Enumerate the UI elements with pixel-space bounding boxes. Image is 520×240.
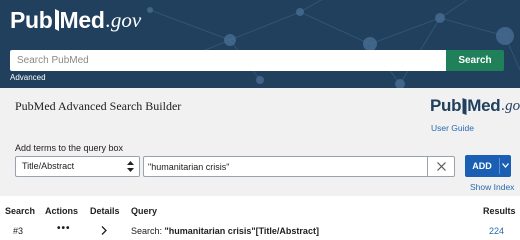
- logo-med-text: Med: [59, 7, 105, 33]
- column-header-search: Search: [5, 206, 36, 216]
- column-header-results: Results: [483, 206, 516, 216]
- more-horizontal-icon[interactable]: •••: [57, 223, 71, 234]
- add-button[interactable]: ADD: [465, 155, 511, 177]
- row-query-prefix: Search:: [131, 226, 165, 236]
- pubmed-brand-logo[interactable]: Pub Med .gov: [430, 92, 520, 118]
- brand-logo-med-text: Med: [467, 96, 501, 115]
- advanced-link[interactable]: Advanced: [10, 73, 46, 82]
- add-button-divider: [499, 158, 500, 174]
- logo-pub-text: Pub: [10, 7, 53, 33]
- search-input[interactable]: [10, 50, 446, 71]
- search-builder: PubMed Advanced Search Builder Pub Med .…: [0, 88, 520, 196]
- sort-arrows-icon: [127, 161, 134, 172]
- close-icon: [436, 162, 446, 171]
- page-title: PubMed Advanced Search Builder: [15, 99, 182, 113]
- term-input-box: [143, 156, 455, 177]
- pubmed-logo[interactable]: Pub Med .gov: [10, 6, 141, 34]
- term-input[interactable]: [148, 158, 424, 175]
- chevron-right-icon[interactable]: [101, 226, 107, 235]
- table-row: #3 ••• Search: "humanitarian crisis"[Tit…: [0, 222, 520, 240]
- field-select-value: Title/Abstract: [22, 161, 75, 171]
- field-select[interactable]: Title/Abstract: [15, 156, 140, 177]
- site-header: Pub Med .gov Search Advanced: [0, 0, 520, 88]
- row-query: Search: "humanitarian crisis"[Title/Abst…: [131, 226, 319, 236]
- chevron-down-icon[interactable]: [502, 163, 509, 168]
- add-terms-label: Add terms to the query box: [15, 143, 124, 153]
- row-results-count[interactable]: 224: [489, 226, 504, 236]
- brand-logo-gov-text: .gov: [501, 98, 520, 114]
- brand-logo-pub-text: Pub: [430, 96, 462, 115]
- logo-gov-text: .gov: [105, 8, 142, 32]
- row-query-text: "humanitarian crisis"[Title/Abstract]: [164, 226, 319, 236]
- search-history-table: Search Actions Details Query Results #3 …: [0, 196, 520, 240]
- user-guide-link[interactable]: User Guide: [431, 123, 474, 133]
- row-search-number: #3: [13, 226, 24, 236]
- column-header-actions: Actions: [45, 206, 79, 216]
- search-button[interactable]: Search: [446, 50, 504, 71]
- column-header-query: Query: [131, 206, 158, 216]
- column-header-details: Details: [90, 206, 120, 216]
- show-index-link[interactable]: Show Index: [470, 182, 514, 192]
- clear-button[interactable]: [427, 157, 454, 176]
- add-button-label: ADD: [472, 161, 492, 171]
